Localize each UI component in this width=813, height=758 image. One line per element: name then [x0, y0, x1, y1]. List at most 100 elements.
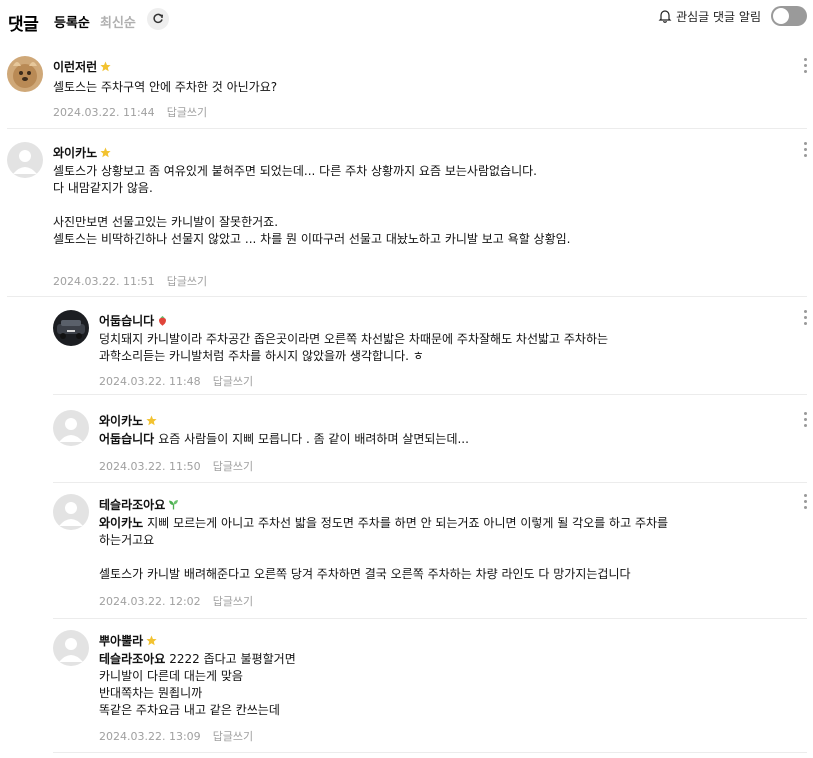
comment-line: 반대쪽차는 뭔죕니까 — [99, 686, 203, 700]
default-avatar-icon — [13, 150, 37, 174]
star-badge-icon — [100, 147, 111, 158]
car-avatar-image — [53, 310, 89, 346]
comment-date: 2024.03.22. 11:44 — [53, 106, 155, 119]
comment-date: 2024.03.22. 11:51 — [53, 275, 155, 288]
comment-meta: 2024.03.22. 11:44 답글쓰기 — [53, 104, 207, 120]
reply-button[interactable]: 답글쓰기 — [167, 106, 207, 119]
default-avatar-icon — [59, 502, 83, 526]
avatar[interactable] — [53, 494, 89, 530]
avatar[interactable] — [53, 410, 89, 446]
comment-divider — [7, 128, 807, 129]
more-options-icon[interactable] — [804, 494, 808, 510]
comment-line: 요즘 사람들이 지삐 모릅니다 . 좀 같이 배려하며 살면되는데... — [158, 432, 469, 446]
mention-tag[interactable]: 와이카노 — [99, 516, 143, 530]
comment-divider — [53, 394, 807, 395]
star-badge-icon — [146, 635, 157, 646]
comment-meta: 2024.03.22. 11:48 답글쓰기 — [99, 373, 253, 389]
comment-line: 셀토스는 주차구역 안에 주차한 것 아닌가요? — [53, 80, 278, 94]
avatar[interactable] — [53, 630, 89, 666]
mention-tag[interactable]: 어둡습니다 — [99, 432, 154, 446]
comment-text: 셀토스는 주차구역 안에 주차한 것 아닌가요? — [53, 79, 277, 96]
comment-text: 셀토스가 상황보고 좀 여유있게 붙혀주면 되었는데... 다른 주차 상황까지… — [53, 163, 571, 248]
author-label: 와이카노 — [53, 146, 98, 160]
interest-notify-control: 관심글 댓글 알림 — [658, 4, 807, 28]
comment-text: 테슬라조아요 2222 좁다고 불평할거면 카니발이 다른데 대는게 맞음 반대쪽차는… — [99, 651, 296, 719]
author-label: 이런저런 — [53, 60, 98, 74]
comment-divider — [53, 482, 807, 483]
reply-item: 와이카노 어둡습니다 요즘 사람들이 지삐 모릅니다 . 좀 같이 배려하며 살면… — [53, 410, 807, 474]
author-label: 와이카노 — [99, 414, 144, 428]
strawberry-badge-icon — [159, 316, 167, 326]
refresh-icon — [153, 13, 164, 24]
default-avatar-icon — [59, 638, 83, 662]
comment-divider — [53, 618, 807, 619]
comment-date: 2024.03.22. 11:50 — [99, 460, 201, 473]
avatar[interactable] — [7, 142, 43, 178]
comment-meta: 2024.03.22. 13:09 답글쓰기 — [99, 728, 253, 744]
author-name[interactable]: 와이카노 — [99, 412, 157, 429]
bell-icon — [658, 10, 672, 23]
comment-line: 지삐 모르는게 아니고 주차선 밟을 정도면 주차를 하면 안 되는거죠 아니면… — [147, 516, 669, 530]
more-options-icon[interactable] — [804, 58, 808, 74]
reply-button[interactable]: 답글쓰기 — [213, 375, 253, 388]
mention-tag[interactable]: 테슬라조아요 — [99, 652, 165, 666]
reply-item: 테슬라조아요 와이카노 지삐 모르는게 아니고 주차선 밟을 정도면 주차를 하면… — [53, 494, 807, 610]
reply-button[interactable]: 답글쓰기 — [213, 460, 253, 473]
notify-toggle[interactable] — [771, 6, 807, 26]
comment-line: 과학소리듣는 카니발처럼 주차를 하시지 않았을까 생각합니다. ㅎ — [99, 349, 424, 363]
star-badge-icon — [100, 61, 111, 72]
comment-line: 덩치돼지 카니발이라 주차공간 좁은곳이라면 오른쪽 차선밟은 차때문에 주차잘… — [99, 332, 609, 346]
comment-line: 셀토스는 비딱하긴하나 선물지 않았고 ... 차를 뭔 이따구러 선물고 대놨… — [53, 232, 571, 246]
refresh-button[interactable] — [147, 8, 169, 30]
reply-item: 뿌아뿔라 테슬라조아요 2222 좁다고 불평할거면 카니발이 다른데 대는게 맞음… — [53, 630, 807, 746]
comment-line: 하는거고요 — [99, 533, 155, 547]
comment-line: 사진만보면 선물고있는 카니발이 잘못한거죠. — [53, 215, 279, 229]
comment-date: 2024.03.22. 13:09 — [99, 730, 201, 743]
notify-label: 관심글 댓글 알림 — [676, 9, 761, 24]
comment-date: 2024.03.22. 11:48 — [99, 375, 201, 388]
comment-line: 똑같은 주차요금 내고 같은 칸쓰는데 — [99, 703, 280, 717]
default-avatar-icon — [59, 418, 83, 442]
comment-text: 와이카노 지삐 모르는게 아니고 주차선 밟을 정도면 주차를 하면 안 되는거죠… — [99, 515, 668, 583]
author-name[interactable]: 어둡습니다 — [99, 312, 168, 329]
author-name[interactable]: 와이카노 — [53, 144, 111, 161]
sort-registered-button[interactable]: 등록순 — [54, 12, 90, 31]
author-label: 테슬라조아요 — [99, 498, 166, 512]
comment-divider — [7, 296, 807, 297]
comment-divider — [53, 752, 807, 753]
sprout-badge-icon — [169, 500, 179, 510]
comment-header: 댓글 등록순 최신순 관심글 댓글 알림 — [0, 0, 813, 40]
comment-date: 2024.03.22. 12:02 — [99, 595, 201, 608]
avatar[interactable] — [53, 310, 89, 346]
comment-meta: 2024.03.22. 11:50 답글쓰기 — [99, 458, 253, 474]
sort-latest-button[interactable]: 최신순 — [100, 12, 136, 31]
comment-text: 덩치돼지 카니발이라 주차공간 좁은곳이라면 오른쪽 차선밟은 차때문에 주차잘… — [99, 331, 608, 365]
comment-line: 셀토스가 상황보고 좀 여유있게 붙혀주면 되었는데... 다른 주차 상황까지… — [53, 164, 537, 178]
comment-item: 와이카노 셀토스가 상황보고 좀 여유있게 붙혀주면 되었는데... 다른 주차… — [7, 142, 807, 292]
reply-button[interactable]: 답글쓰기 — [213, 730, 253, 743]
author-label: 뿌아뿔라 — [99, 634, 144, 648]
avatar[interactable] — [7, 56, 43, 92]
comment-text: 어둡습니다 요즘 사람들이 지삐 모릅니다 . 좀 같이 배려하며 살면되는데..… — [99, 431, 469, 448]
comment-meta: 2024.03.22. 12:02 답글쓰기 — [99, 593, 253, 609]
comment-meta: 2024.03.22. 11:51 답글쓰기 — [53, 273, 207, 289]
comment-item: 이런저런 셀토스는 주차구역 안에 주차한 것 아닌가요? 2024.03.22… — [7, 56, 807, 126]
reply-button[interactable]: 답글쓰기 — [167, 275, 207, 288]
comment-line: 카니발이 다른데 대는게 맞음 — [99, 669, 243, 683]
star-badge-icon — [146, 415, 157, 426]
toggle-knob — [773, 8, 789, 24]
more-options-icon[interactable] — [804, 142, 808, 158]
reply-button[interactable]: 답글쓰기 — [213, 595, 253, 608]
more-options-icon[interactable] — [804, 412, 808, 428]
author-name[interactable]: 테슬라조아요 — [99, 496, 179, 513]
dog-avatar-image — [7, 56, 43, 92]
comments-title: 댓글 — [8, 15, 39, 35]
reply-item: 어둡습니다 덩치돼지 카니발이라 주차공간 좁은곳이라면 오른쪽 차선밟은 차때… — [53, 310, 807, 390]
author-label: 어둡습니다 — [99, 314, 155, 328]
author-name[interactable]: 뿌아뿔라 — [99, 632, 157, 649]
more-options-icon[interactable] — [804, 310, 808, 326]
comment-line: 셀토스가 카니발 배려해준다고 오른쪽 당겨 주차하면 결국 오른쪽 주차하는 … — [99, 567, 631, 581]
author-name[interactable]: 이런저런 — [53, 58, 111, 75]
